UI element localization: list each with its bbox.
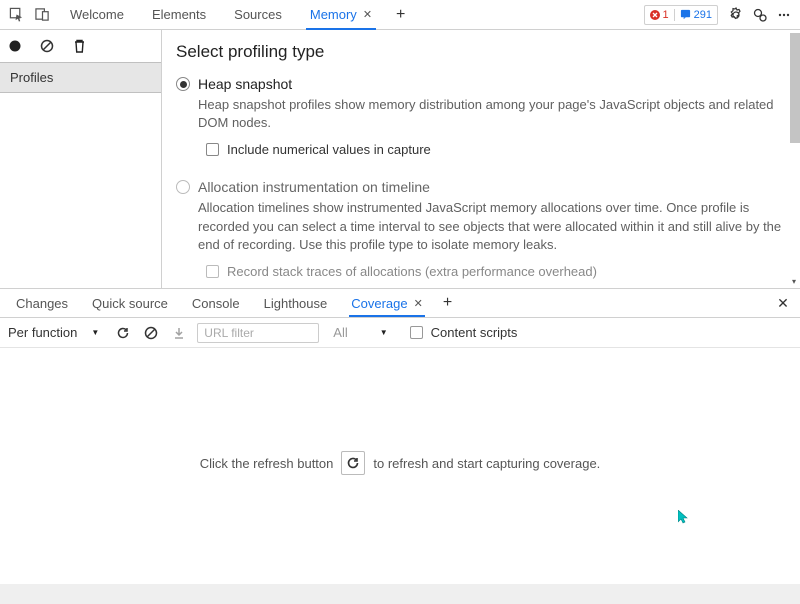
tab-label: Quick source [92,296,168,311]
tab-memory[interactable]: Memory ✕ [296,0,386,30]
checkbox-label: Include numerical values in capture [227,142,431,157]
inspect-element-icon[interactable] [4,3,28,27]
close-drawer-button[interactable]: ✕ [770,289,796,317]
heap-checkbox-row[interactable]: Include numerical values in capture [198,142,784,157]
checkbox-icon[interactable] [206,143,219,156]
checkbox-label: Record stack traces of allocations (extr… [227,264,597,279]
record-button[interactable] [6,37,24,55]
tab-console[interactable]: Console [180,289,252,317]
tab-changes[interactable]: Changes [4,289,80,317]
radio-allocation-timeline[interactable] [176,180,190,194]
coverage-empty-state: Click the refresh button to refresh and … [0,348,800,578]
issues-badge[interactable]: 1 291 [644,5,718,25]
panel-heading: Select profiling type [176,42,784,62]
profiles-header[interactable]: Profiles [0,62,161,93]
heap-title[interactable]: Heap snapshot [198,76,784,92]
error-count: 1 [645,9,675,21]
main-tab-bar: Welcome Elements Sources Memory ✕ + 1 29… [0,0,800,30]
checkbox-icon[interactable] [206,265,219,278]
status-bar [0,584,800,604]
tab-coverage[interactable]: Coverage ✕ [339,289,435,317]
tab-label: Lighthouse [264,296,328,311]
profiles-sidebar: Profiles [0,30,162,288]
scroll-down-icon[interactable]: ▾ [788,276,800,286]
dropdown-label: Per function [8,325,77,340]
chevron-down-icon[interactable]: ▼ [91,328,99,337]
add-tab-button[interactable]: + [386,0,415,30]
content-scripts-checkbox[interactable] [410,326,423,339]
delete-button[interactable] [70,37,88,55]
tab-label: Console [192,296,240,311]
alloc-title[interactable]: Allocation instrumentation on timeline [198,179,784,195]
tab-quick-source[interactable]: Quick source [80,289,180,317]
tab-welcome[interactable]: Welcome [56,0,138,30]
clear-button[interactable] [38,37,56,55]
tab-label: Sources [234,7,282,22]
alloc-desc: Allocation timelines show instrumented J… [198,199,784,254]
add-drawer-tab-button[interactable]: + [435,289,460,317]
drawer-tab-bar: Changes Quick source Console Lighthouse … [0,288,800,318]
profiles-label: Profiles [10,70,53,85]
tab-elements[interactable]: Elements [138,0,220,30]
close-icon[interactable]: ✕ [414,297,423,310]
filter-all-dropdown[interactable]: All [329,318,351,348]
close-icon[interactable]: ✕ [363,8,372,21]
dropdown-label: All [333,325,347,340]
heap-desc: Heap snapshot profiles show memory distr… [198,96,784,132]
message-count: 291 [675,9,717,21]
reload-button[interactable] [109,326,137,340]
export-button [165,326,193,340]
alloc-checkbox-row[interactable]: Record stack traces of allocations (extr… [198,264,784,279]
memory-panel: Select profiling type Heap snapshot Heap… [162,30,800,288]
refresh-button[interactable] [341,451,365,475]
content-scripts-label: Content scripts [431,325,518,340]
radio-heap-snapshot[interactable] [176,77,190,91]
tab-sources[interactable]: Sources [220,0,296,30]
device-toggle-icon[interactable] [30,3,54,27]
clear-coverage-button[interactable] [137,326,165,340]
more-menu-icon[interactable] [772,3,796,27]
scrollbar-thumb[interactable] [790,33,800,143]
tab-label: Elements [152,7,206,22]
feedback-icon[interactable] [748,3,772,27]
tab-lighthouse[interactable]: Lighthouse [252,289,340,317]
coverage-toolbar: Per function ▼ All ▼ Content scripts [0,318,800,348]
hint-text-pre: Click the refresh button [200,456,334,471]
tab-label: Welcome [70,7,124,22]
chevron-down-icon[interactable]: ▼ [380,328,388,337]
coverage-type-dropdown[interactable]: Per function [4,318,81,348]
settings-gear-icon[interactable] [724,3,748,27]
tab-label: Memory [310,7,357,22]
url-filter-input[interactable] [197,323,319,343]
hint-text-post: to refresh and start capturing coverage. [373,456,600,471]
tab-label: Coverage [351,296,407,311]
tab-label: Changes [16,296,68,311]
